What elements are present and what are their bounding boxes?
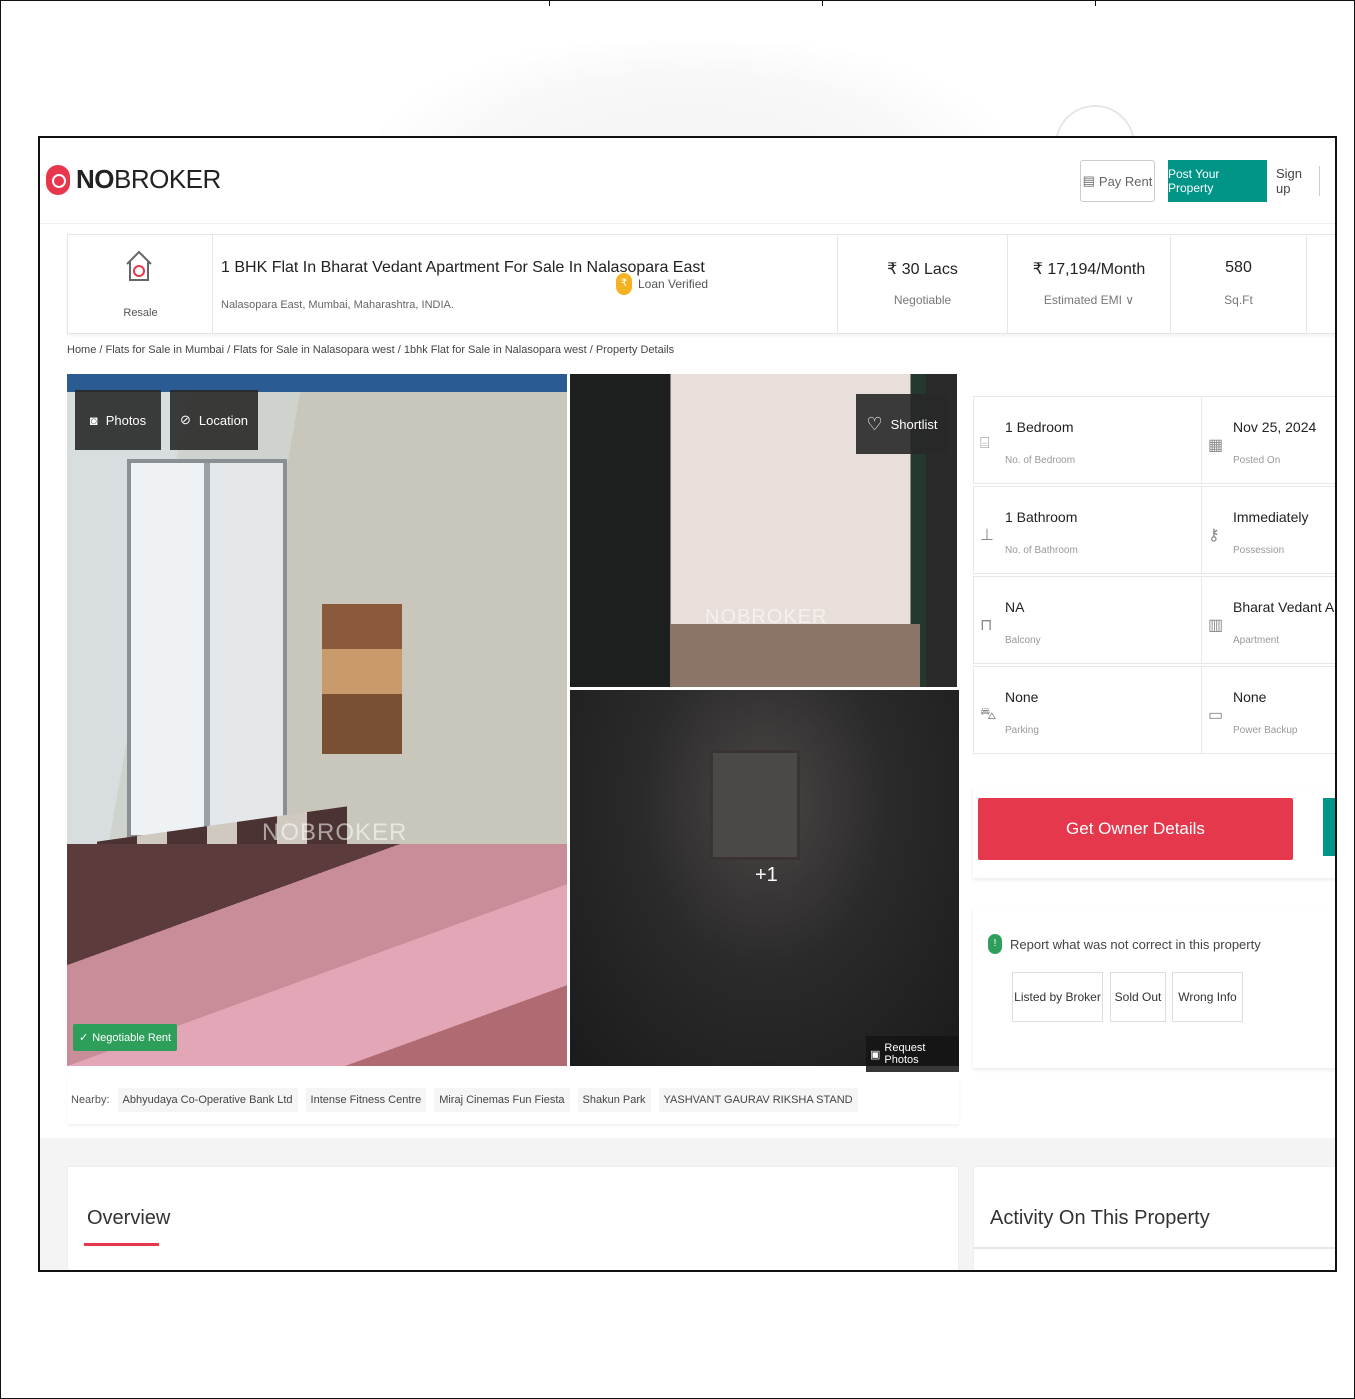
nearby-chip[interactable]: Abhyudaya Co-Operative Bank Ltd [117,1088,298,1112]
emi-note[interactable]: Estimated EMI ∨ [1008,293,1170,307]
price-note: Negotiable [893,293,952,307]
price-value: ₹ 30 Lacs [887,261,958,278]
overview-title[interactable]: Overview [87,1207,170,1230]
area-unit: Sq.Ft [1224,293,1253,307]
wallet-icon: ▤ [1082,173,1095,188]
active-tab-underline [84,1243,159,1246]
request-photos-button[interactable]: ▣ Request Photos [866,1036,959,1072]
image-icon: ▣ [870,1048,881,1061]
detail-power-backup: ▭ None Power Backup [1201,666,1335,754]
site-header: NOBROKER ▤ Pay Rent Post Your Property S… [40,138,1335,224]
area-cell: 580 Sq.Ft [1171,235,1307,333]
overview-section: Overview [67,1166,959,1270]
car-icon: ⛍ [980,706,997,723]
check-icon: ✓ [79,1032,89,1044]
secondary-action-button[interactable] [1323,798,1335,856]
more-photos-count[interactable]: +1 [755,864,778,887]
emi-cell[interactable]: ₹ 17,194/Month Estimated EMI ∨ [1008,235,1171,333]
report-heading: ! Report what was not correct in this pr… [988,934,1261,954]
heart-icon: ♡ [866,413,883,434]
shelf-shape [322,604,402,754]
nearby-chip[interactable]: YASHVANT GAURAV RIKSHA STAND [658,1088,858,1112]
nobroker-logo[interactable]: NOBROKER [46,164,221,195]
owner-panel: Get Owner Details [973,786,1335,878]
get-owner-details-button[interactable]: Get Owner Details [978,798,1293,860]
property-address: Nalasopara East, Mumbai, Maharashtra, IN… [221,299,454,311]
activity-section: Activity On This Property [973,1166,1335,1270]
watermark-text: NOBROKER [705,606,828,628]
watermark-text: NOBROKER [262,819,408,846]
compass-icon: ⊘ [179,412,191,427]
window-shape [127,459,287,839]
listing-type-label: Resale [123,307,158,319]
post-property-button[interactable]: Post Your Property [1168,160,1267,202]
shortlist-button[interactable]: ♡ Shortlist [856,394,948,454]
detail-apartment: ▥ Bharat Vedant Apar... Apartment [1201,576,1335,664]
info-icon: ! [988,934,1002,954]
detail-parking: ⛍ None Parking [973,666,1202,754]
detail-possession: ⚷ Immediately Possession [1201,486,1335,574]
nearby-chip[interactable]: Intense Fitness Centre [305,1088,427,1112]
camera-icon: ◙ [89,412,98,428]
bed-icon: ⌸ [980,435,990,452]
nearby-chip[interactable]: Shakun Park [577,1088,651,1112]
report-panel: ! Report what was not correct in this pr… [973,908,1335,1068]
bath-icon: ⊥ [980,527,994,544]
loan-icon: ₹ [616,273,632,295]
calendar-icon: ▦ [1208,437,1224,454]
photo-gallery: NOBROKER NOBROKER ◙ Photos ⊘ Location ♡ … [67,374,959,1072]
logo-icon [46,164,70,195]
activity-title: Activity On This Property [990,1207,1210,1229]
door-shape [710,750,800,860]
negotiable-badge: ✓ Negotiable Rent [73,1024,178,1051]
loan-verified-badge: ₹ Loan Verified [616,273,708,295]
divider [974,1247,1335,1249]
report-option-button[interactable]: Listed by Broker [1012,972,1103,1022]
area-value: 580 [1225,259,1252,276]
detail-balcony: ⊓ NA Balcony [973,576,1202,664]
main-photo[interactable]: NOBROKER [67,374,567,1066]
breadcrumb[interactable]: Home / Flats for Sale in Mumbai / Flats … [67,344,674,356]
report-option-button[interactable]: Sold Out [1110,972,1166,1022]
nearby-chip[interactable]: Miraj Cinemas Fun Fiesta [434,1088,570,1112]
nearby-label: Nearby: [71,1094,110,1106]
detail-posted-on: ▦ Nov 25, 2024 Posted On [1201,396,1335,484]
battery-icon: ▭ [1208,707,1224,724]
property-details-grid: ⌸ 1 Bedroom No. of Bedroom ▦ Nov 25, 202… [973,396,1335,754]
nearby-bar: Nearby: Abhyudaya Co-Operative Bank Ltd … [67,1076,959,1124]
balcony-icon: ⊓ [980,617,993,634]
detail-bathroom: ⊥ 1 Bathroom No. of Bathroom [973,486,1202,574]
pay-rent-button[interactable]: ▤ Pay Rent [1080,160,1155,202]
key-icon: ⚷ [1208,527,1220,544]
title-cell: 1 BHK Flat In Bharat Vedant Apartment Fo… [213,235,838,333]
property-summary: Resale 1 BHK Flat In Bharat Vedant Apart… [67,234,1335,334]
listing-type-cell: Resale [68,235,213,333]
price-cell: ₹ 30 Lacs Negotiable [838,235,1008,333]
emi-value: ₹ 17,194/Month [1032,261,1146,278]
screenshot: NOBROKER ▤ Pay Rent Post Your Property S… [38,136,1337,1272]
floor-shape [670,624,920,687]
document-top-table [0,0,1355,6]
detail-bedroom: ⌸ 1 Bedroom No. of Bedroom [973,396,1202,484]
photos-button[interactable]: ◙ Photos [75,390,161,450]
signup-link[interactable]: Sign up [1276,166,1320,196]
house-icon [126,250,152,281]
location-button[interactable]: ⊘ Location [170,390,258,450]
report-option-button[interactable]: Wrong Info [1172,972,1243,1022]
building-icon: ▥ [1208,617,1224,634]
logo-text: NOBROKER [76,164,221,194]
